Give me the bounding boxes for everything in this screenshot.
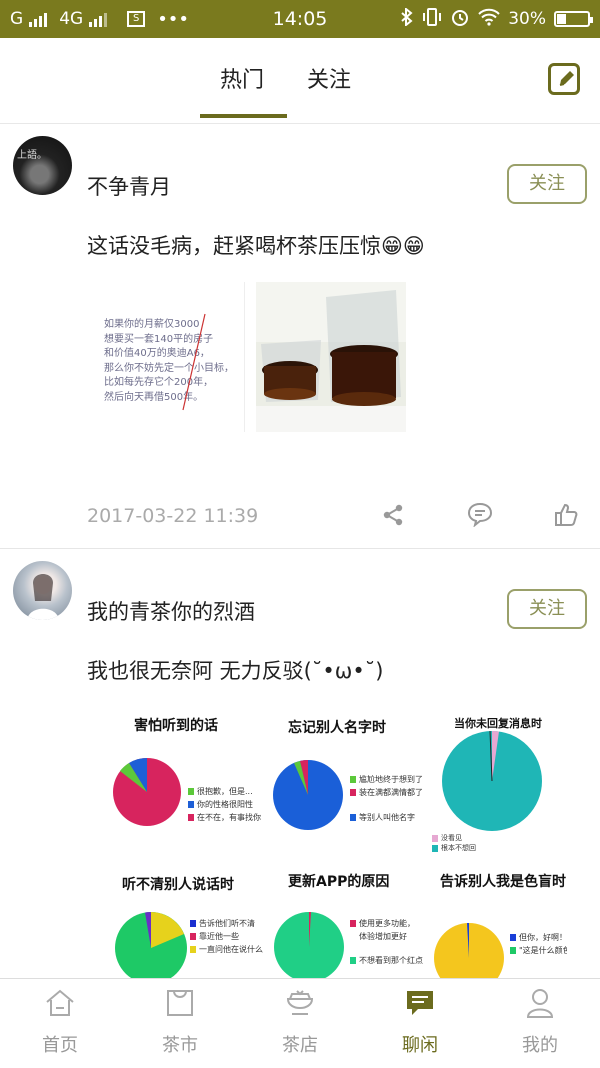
edit-icon: [559, 71, 574, 86]
post-time: 2017-03-22 11:39: [87, 505, 259, 527]
legend-item: 很抱歉，但是...: [188, 785, 261, 798]
chart-title: 害怕听到的话: [134, 718, 218, 734]
pie-chart: [113, 757, 181, 826]
pie-chart: [442, 730, 542, 831]
legend-item: 告诉他们听不清: [190, 917, 263, 930]
status-bar: G 4G S ••• 14:05 30%: [0, 0, 600, 38]
top-nav: 热门 关注: [0, 38, 600, 124]
legend-item: 装在满都满情都了: [350, 786, 423, 799]
legend-item: 在不在，有事找你: [188, 811, 261, 824]
follow-button[interactable]: 关注: [507, 589, 587, 629]
bottom-tab-chat[interactable]: 聊闲: [360, 979, 480, 1068]
legend-item: 等别人叫他名字: [350, 811, 423, 824]
chart-title: 当你未回复消息时: [454, 717, 542, 730]
avatar-portrait: [27, 574, 59, 620]
bottom-tab-market[interactable]: 茶市: [120, 979, 240, 1068]
bottom-tab-shop[interactable]: 茶店: [240, 979, 360, 1068]
legend-item: 没看见: [432, 833, 476, 843]
legend-item: 你的性格很阳性: [188, 798, 261, 811]
post-content: 我也很无奈阿 无力反驳(˘•ω•˘): [87, 659, 384, 683]
legend-item: 使用更多功能，: [350, 917, 423, 930]
chart-legend: 但你，好啊！ "这是什么颜色？": [510, 931, 567, 957]
share-icon[interactable]: [380, 502, 406, 528]
tab-hot[interactable]: 热门: [220, 62, 264, 94]
chart-title: 更新APP的原因: [288, 874, 390, 890]
post-username[interactable]: 我的青茶你的烈酒: [87, 596, 255, 626]
pie-chart: [115, 912, 187, 978]
tab-follow[interactable]: 关注: [307, 62, 351, 94]
strike-line: [182, 313, 206, 411]
chart-title: 忘记别人名字时: [288, 720, 386, 736]
legend-item: 一直问他在说什么: [190, 943, 263, 956]
post-image-charts[interactable]: 害怕听到的话 很抱歉，但是... 你的性格很阳性 在不在，有事找你 忘记别人名字…: [87, 707, 567, 978]
bottom-tab-me[interactable]: 我的: [480, 979, 600, 1068]
like-icon[interactable]: [553, 502, 579, 528]
bottom-tab-label: 茶店: [282, 1035, 318, 1056]
bottom-tab-home[interactable]: 首页: [0, 979, 120, 1068]
pie-chart: [434, 922, 504, 978]
status-time: 14:05: [272, 8, 328, 30]
bottom-tab-label: 茶市: [162, 1035, 198, 1056]
tea-glasses-image: [256, 282, 406, 432]
post-username[interactable]: 不争青月: [87, 171, 171, 201]
post-content: 这话没毛病，赶紧喝杯茶压压惊😁😁: [87, 234, 425, 258]
chart-legend: 告诉他们听不清 靠近他一些 一直问他在说什么: [190, 917, 263, 956]
shop-icon: [286, 990, 314, 1015]
avatar[interactable]: [13, 561, 72, 620]
chart-legend: 很抱歉，但是... 你的性格很阳性 在不在，有事找你: [188, 785, 261, 824]
avatar-text: 上語。: [17, 150, 47, 161]
legend-item: 靠近他一些: [190, 930, 263, 943]
post-card: 我的青茶你的烈酒 关注 我也很无奈阿 无力反驳(˘•ω•˘) 害怕听到的话 很抱…: [0, 549, 600, 979]
edit-button[interactable]: [548, 63, 580, 95]
post-image-tea[interactable]: [256, 282, 406, 432]
legend-item: 根本不想回: [432, 843, 476, 853]
legend-item: "这是什么颜色？": [510, 944, 567, 957]
legend-item: 但你，好啊！: [510, 931, 567, 944]
user-icon: [526, 989, 554, 1018]
chart-legend: 没看见 根本不想回: [432, 833, 476, 853]
chart-title: 告诉别人我是色盲时: [440, 874, 566, 890]
pie-chart: [274, 911, 344, 978]
home-icon: [46, 989, 74, 1016]
avatar[interactable]: 上語。: [13, 136, 72, 195]
post-image-text[interactable]: 如果你的月薪仅3000 想要买一套140平的房子 和价值40万的奥迪A6， 那么…: [87, 282, 245, 432]
chart-legend: 尴尬地终于想到了 装在满都满情都了 等别人叫他名字: [350, 773, 423, 824]
chart-title: 听不清别人说话时: [122, 877, 234, 893]
bag-icon: [167, 990, 193, 1016]
legend-item: 体验增加更好: [359, 932, 407, 941]
battery-icon: [554, 11, 593, 27]
chart-legend: 使用更多功能， 体验增加更好 不想看到那个红点: [350, 917, 423, 967]
active-tab-indicator: [200, 114, 287, 118]
pie-chart: [273, 760, 343, 830]
follow-button[interactable]: 关注: [507, 164, 587, 204]
battery-level: [557, 14, 566, 24]
post-card: 上語。 不争青月 关注 这话没毛病，赶紧喝杯茶压压惊😁😁 如果你的月薪仅3000…: [0, 124, 600, 548]
bottom-tab-label: 首页: [42, 1035, 78, 1056]
bottom-tab-bar: 首页 茶市 茶店 聊闲 我的: [0, 978, 600, 1067]
comment-icon[interactable]: [467, 501, 493, 527]
legend-item: 不想看到那个红点: [350, 954, 423, 967]
bottom-tab-label: 我的: [522, 1035, 558, 1056]
chat-icon: [407, 991, 433, 1015]
bottom-tab-label: 聊闲: [402, 1035, 438, 1056]
legend-item: 尴尬地终于想到了: [350, 773, 423, 786]
